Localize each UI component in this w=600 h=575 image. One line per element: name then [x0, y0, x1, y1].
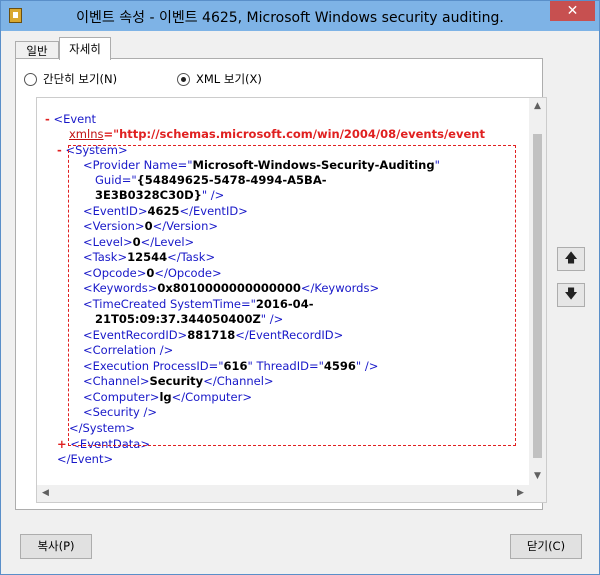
copy-button[interactable]: 복사(P) [20, 534, 92, 559]
scroll-right-arrow-icon[interactable]: ▶ [512, 485, 529, 502]
window-title: 이벤트 속성 - 이벤트 4625, Microsoft Windows sec… [76, 10, 504, 26]
scroll-down-arrow-icon[interactable]: ▼ [529, 468, 546, 485]
friendly-view-label: 간단히 보기(N) [43, 72, 118, 86]
scroll-up-arrow-icon[interactable]: ▲ [529, 98, 546, 115]
horizontal-scrollbar[interactable]: ◀ ▶ [37, 485, 529, 502]
tab-details[interactable]: 자세히 [59, 37, 111, 60]
event-properties-window: 이벤트 속성 - 이벤트 4625, Microsoft Windows sec… [0, 0, 600, 575]
scroll-left-arrow-icon[interactable]: ◀ [37, 485, 54, 502]
vertical-scrollbar[interactable]: ▲ ▼ [529, 98, 546, 502]
collapse-system-toggle[interactable]: - [57, 143, 62, 157]
xml-xmlns-line: xmlns="http://schemas.microsoft.com/win/… [69, 127, 485, 141]
xml-event-close-line: </Event> [57, 452, 114, 466]
xml-viewer[interactable]: - <Event xmlns="http://schemas.microsoft… [36, 97, 547, 503]
xml-view-radio[interactable] [177, 72, 190, 86]
close-window-button[interactable]: ✕ [550, 1, 595, 21]
vertical-scroll-thumb[interactable] [533, 134, 542, 458]
xml-event-line: - <Event [45, 112, 97, 126]
collapse-event-toggle[interactable]: - [45, 112, 50, 126]
friendly-view-option[interactable]: 간단히 보기(N) [24, 71, 117, 87]
previous-event-button[interactable]: 🡅 [557, 247, 585, 271]
event-viewer-icon [9, 8, 22, 23]
expand-eventdata-toggle[interactable]: + [57, 437, 67, 451]
xml-view-label: XML 보기(X) [196, 72, 262, 86]
xml-view-option[interactable]: XML 보기(X) [177, 71, 262, 87]
next-event-button[interactable]: 🡇 [557, 283, 585, 307]
title-bar[interactable]: 이벤트 속성 - 이벤트 4625, Microsoft Windows sec… [1, 1, 599, 31]
xmlns-url: http://schemas.microsoft.com/win/2004/08… [119, 127, 485, 141]
close-button[interactable]: 닫기(C) [510, 534, 582, 559]
details-panel: 간단히 보기(N) XML 보기(X) - <Event xmlns="http… [15, 58, 547, 510]
arrow-up-icon: 🡅 [564, 251, 578, 266]
arrow-down-icon: 🡇 [564, 287, 578, 302]
friendly-view-radio[interactable] [24, 72, 37, 86]
system-highlight-box [68, 145, 516, 446]
